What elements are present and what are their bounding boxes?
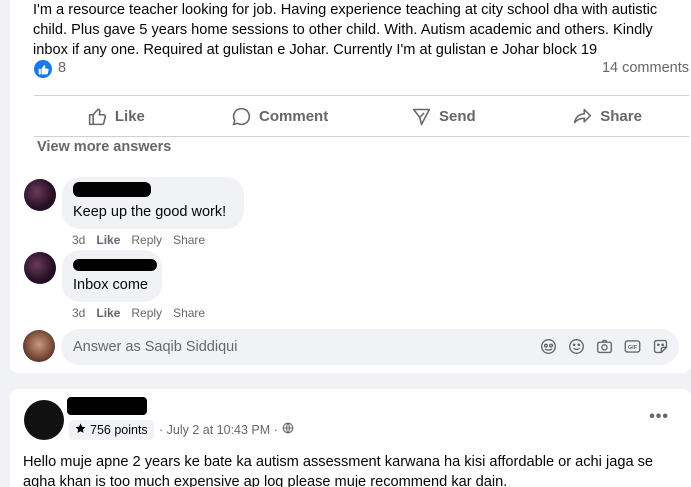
avatar[interactable] [24, 400, 64, 440]
points-badge[interactable]: 756 points [69, 420, 154, 440]
send-icon [412, 108, 431, 125]
divider [34, 95, 689, 96]
sticker-icon[interactable] [652, 338, 669, 355]
avatar[interactable] [24, 179, 56, 211]
avatar-sticker-icon[interactable] [540, 338, 557, 355]
redacted-name [67, 397, 147, 415]
post-card: I'm a resource teacher looking for job. … [10, 0, 691, 373]
globe-icon [282, 422, 294, 437]
comment-label: Comment [259, 107, 329, 125]
avatar[interactable] [24, 252, 56, 284]
post-card: 756 points · July 2 at 10:43 PM · ••• He… [10, 389, 691, 487]
comment-meta: 3d Like Reply Share [72, 233, 205, 247]
send-label: Send [439, 107, 476, 125]
comment-meta: 3d Like Reply Share [72, 306, 205, 320]
comment-like-button[interactable]: Like [96, 233, 120, 247]
comment-bubble: Inbox come [62, 250, 162, 302]
comment-time[interactable]: 3d [72, 233, 85, 247]
redacted-name [73, 259, 157, 271]
comment-share-button[interactable]: Share [173, 306, 205, 320]
comment-share-button[interactable]: Share [173, 233, 205, 247]
share-icon [574, 108, 592, 123]
post-text: I'm a resource teacher looking for job. … [33, 2, 658, 58]
comment-reply-button[interactable]: Reply [131, 233, 162, 247]
divider [34, 136, 689, 137]
composer-icons: GIF [540, 338, 669, 355]
points-label: 756 points [90, 423, 148, 437]
comment-like-button[interactable]: Like [96, 306, 120, 320]
emoji-icon[interactable] [568, 338, 585, 355]
camera-icon[interactable] [596, 338, 613, 355]
comment-icon [232, 107, 251, 126]
post-text: Hello muje apne 2 years ke bate ka autis… [23, 454, 654, 487]
like-reaction-icon[interactable] [34, 60, 52, 78]
like-button[interactable]: Like [34, 97, 198, 135]
gif-icon[interactable]: GIF [624, 338, 641, 355]
share-label: Share [600, 107, 642, 125]
comment-bubble: Keep up the good work! [62, 177, 244, 229]
thumbs-up-icon [88, 107, 106, 125]
comment-time[interactable]: 3d [72, 306, 85, 320]
comment-reply-button[interactable]: Reply [131, 306, 162, 320]
send-button[interactable]: Send [362, 97, 526, 135]
comment-text: Inbox come [73, 277, 148, 293]
answer-composer: GIF [23, 329, 679, 365]
redacted-name [73, 182, 151, 197]
comment-button[interactable]: Comment [198, 97, 362, 135]
comment-count[interactable]: 14 comments [602, 60, 689, 76]
svg-text:GIF: GIF [628, 345, 638, 351]
comment-text: Keep up the good work! [73, 204, 227, 220]
post-meta: · July 2 at 10:43 PM · [159, 422, 294, 437]
avatar[interactable] [23, 330, 55, 362]
post-actions: Like Comment Send Share [34, 97, 689, 135]
share-button[interactable]: Share [525, 97, 689, 135]
like-label: Like [114, 107, 145, 125]
view-more-answers-link[interactable]: View more answers [37, 139, 171, 155]
post-timestamp[interactable]: · July 2 at 10:43 PM · [159, 423, 278, 437]
reaction-count[interactable]: 8 [58, 60, 66, 76]
post-stats: 8 14 comments [34, 59, 689, 79]
more-options-icon[interactable]: ••• [649, 408, 669, 426]
star-icon [75, 423, 86, 437]
